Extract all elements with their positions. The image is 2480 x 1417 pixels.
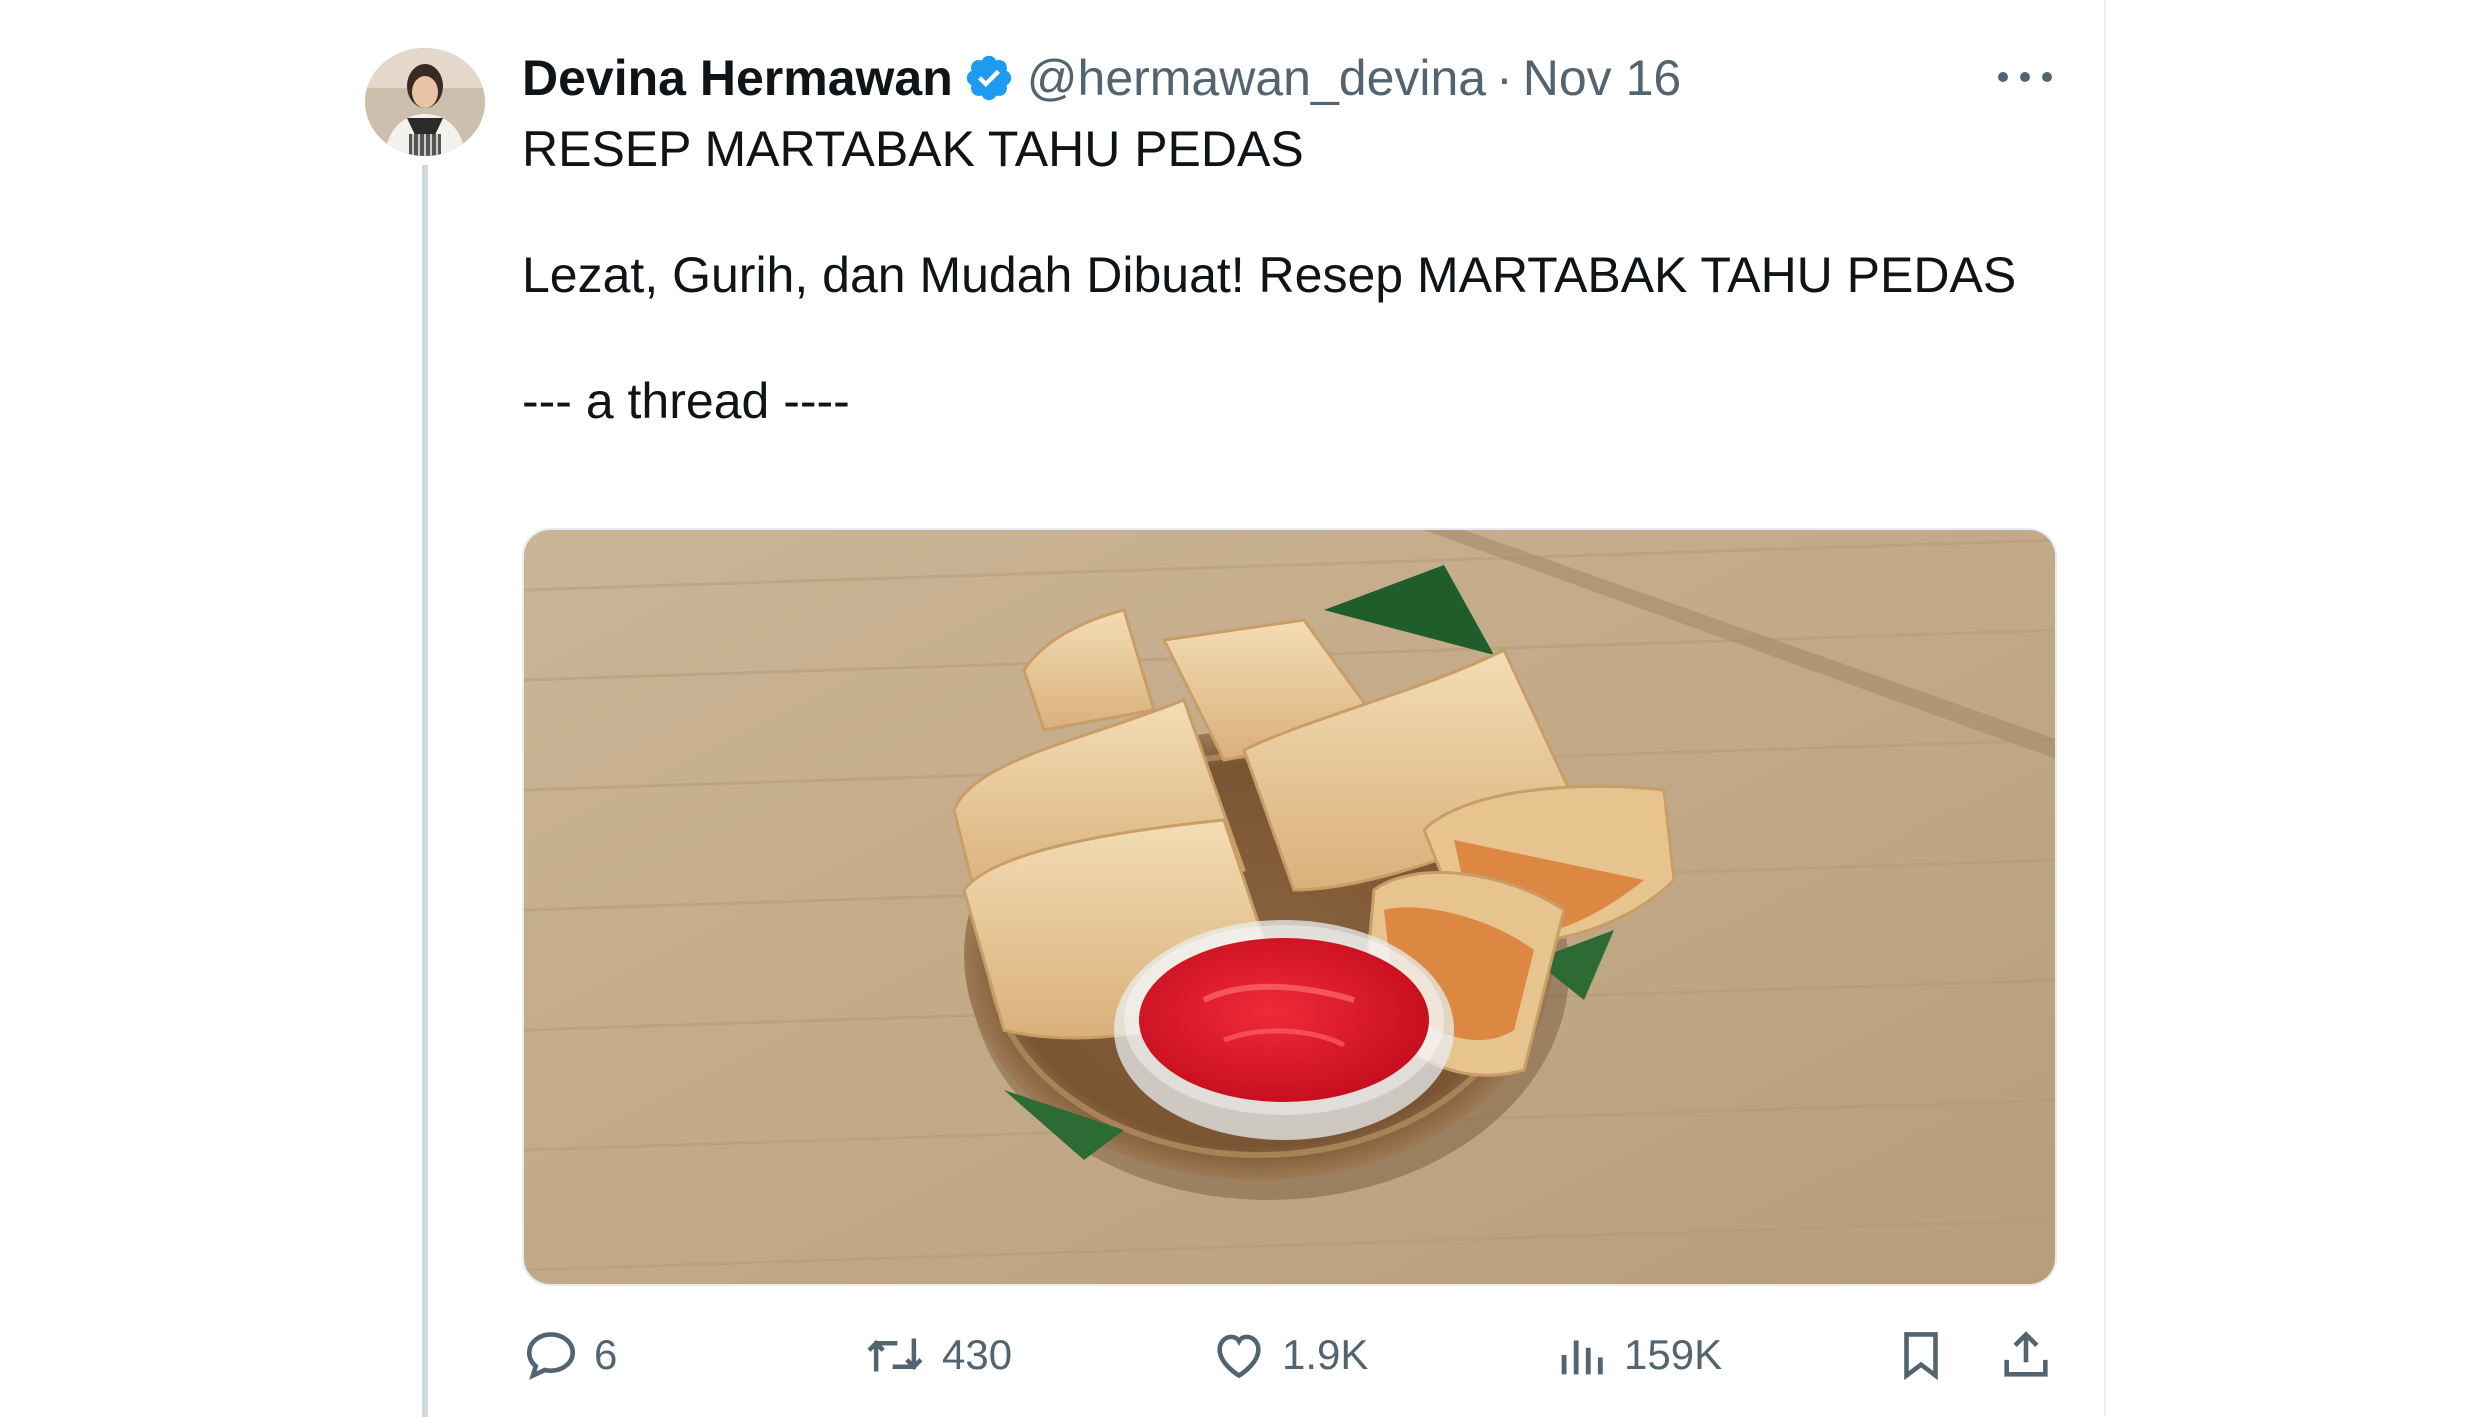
retweet-button[interactable]: 430 (862, 1320, 1012, 1390)
share-button[interactable] (1997, 1320, 2069, 1390)
reply-icon (526, 1332, 576, 1380)
retweet-count: 430 (942, 1331, 1013, 1378)
tweet-actions: 6 430 1.9K 159K (522, 1320, 2062, 1390)
tweet-line-description: Lezat, Gurih, dan Mudah Dibuat! Resep MA… (522, 247, 2017, 303)
timeline-border (2104, 0, 2106, 1417)
verified-badge-icon (963, 52, 1015, 104)
tweet-media-image[interactable] (522, 528, 2057, 1286)
more-horizontal-icon[interactable] (1990, 52, 2060, 102)
tweet-page: Devina Hermawan @hermawan_devina · Nov 1… (0, 0, 2480, 1417)
tweet-text: RESEP MARTABAK TAHU PEDAS Lezat, Gurih, … (522, 118, 2082, 433)
heart-icon (1217, 1334, 1261, 1379)
bookmark-icon (1904, 1332, 1938, 1381)
tweet-line-title: RESEP MARTABAK TAHU PEDAS (522, 121, 1304, 177)
author-name[interactable]: Devina Hermawan (522, 49, 953, 107)
views-count: 159K (1624, 1331, 1723, 1378)
header-separator: · (1496, 50, 1513, 106)
tweet-date[interactable]: Nov 16 (1523, 49, 1681, 107)
reply-button[interactable]: 6 (522, 1320, 617, 1390)
like-button[interactable]: 1.9K (1210, 1320, 1368, 1390)
tweet-header: Devina Hermawan @hermawan_devina · Nov 1… (522, 48, 1681, 108)
like-count: 1.9K (1282, 1331, 1369, 1378)
reply-count: 6 (594, 1331, 618, 1378)
author-handle[interactable]: @hermawan_devina (1027, 49, 1486, 107)
retweet-icon (867, 1338, 923, 1372)
views-button[interactable]: 159K (1552, 1320, 1722, 1390)
thread-connector-line (422, 165, 428, 1417)
avatar[interactable] (365, 48, 485, 156)
bookmark-button[interactable] (1892, 1320, 1964, 1390)
tweet-line-thread: --- a thread ---- (522, 373, 850, 429)
views-icon (1561, 1340, 1603, 1375)
share-icon (2004, 1331, 2048, 1377)
